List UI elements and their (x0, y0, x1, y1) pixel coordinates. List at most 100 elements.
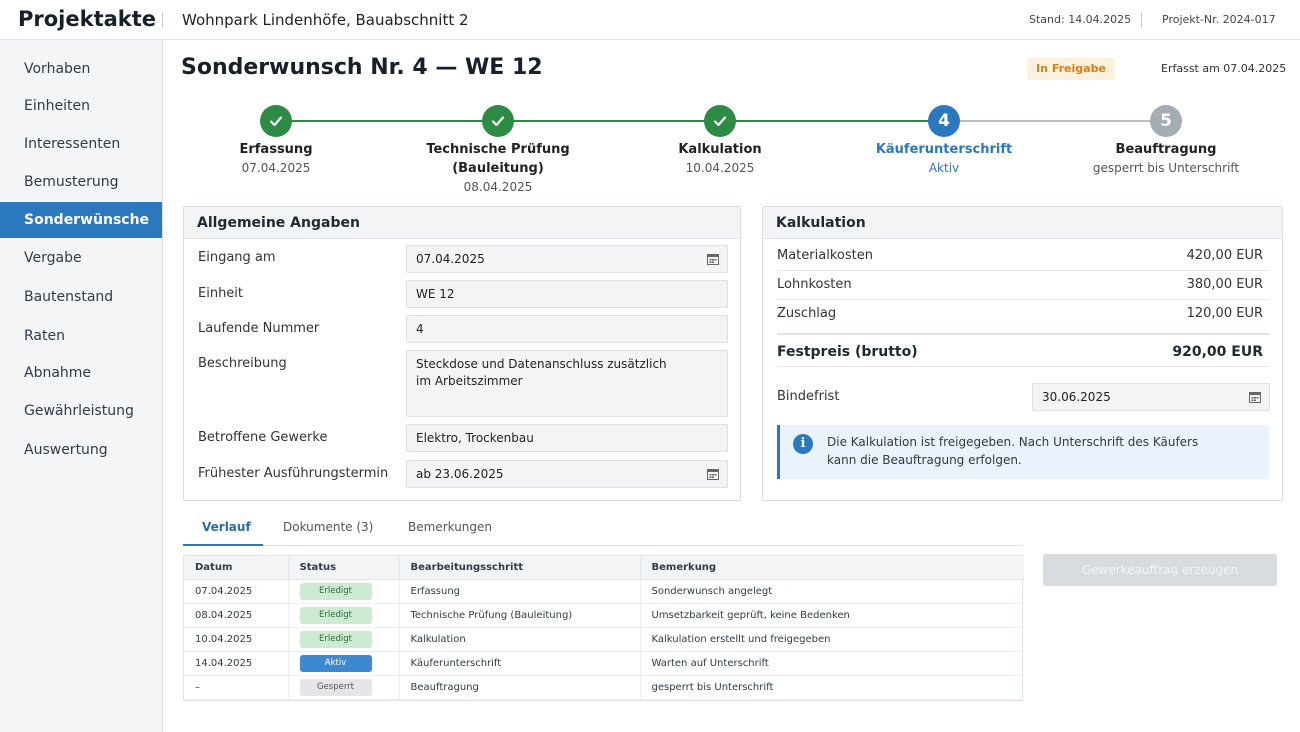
eingang-date-field[interactable]: 07.04.2025 (406, 245, 728, 273)
bindefrist-label: Bindefrist (777, 389, 840, 404)
step-4-label: Käuferunterschrift (875, 142, 1013, 157)
cell-bemerkung: Kalkulation erstellt und freigegeben (640, 627, 1024, 652)
info-box: i Die Kalkulation ist freigegeben. Nach … (777, 425, 1269, 479)
top-bar: Projektakte Wohnpark Lindenhöfe, Bauabsc… (0, 0, 1300, 40)
info-line: kann die Beauftragung erfolgen. (827, 453, 1022, 467)
step-1-date: 07.04.2025 (241, 161, 311, 175)
status-badge: Erledigt (299, 606, 372, 624)
cell-bemerkung: Umsetzbarkeit geprüft, keine Bedenken (640, 603, 1024, 628)
sidebar-item-vergabe[interactable]: Vergabe (0, 241, 162, 275)
tab-rule (183, 545, 1023, 546)
step-2-date: 08.04.2025 (463, 180, 533, 194)
tab-dokumente[interactable]: Dokumente (3) (283, 520, 373, 534)
cell-datum: 07.04.2025 (184, 579, 289, 604)
beschreibung-label: Beschreibung (198, 356, 287, 371)
sidebar-item-auswertung[interactable]: Auswertung (0, 433, 162, 467)
sidebar-item-interessenten[interactable]: Interessenten (0, 127, 162, 161)
step-connector (944, 120, 1166, 122)
app-title: Projektakte (18, 7, 157, 31)
gewerkeauftrag-erzeugen-button[interactable]: Gewerkeauftrag erzeugen (1043, 554, 1277, 586)
cell-datum: 10.04.2025 (184, 627, 289, 652)
step-connector (720, 120, 944, 122)
nummer-label: Laufende Nummer (198, 321, 320, 336)
einheit-field[interactable]: WE 12 (406, 280, 728, 308)
step-1-check-icon (260, 105, 292, 137)
calendar-icon[interactable] (707, 468, 719, 480)
lohnkosten-value: 380,00 EUR (1186, 277, 1263, 292)
step-3-check-icon (704, 105, 736, 137)
info-text: Die Kalkulation ist freigegeben. Nach Un… (827, 433, 1198, 469)
tab-bemerkungen[interactable]: Bemerkungen (408, 520, 492, 534)
table-row[interactable]: 10.04.2025 Erledigt Kalkulation Kalkulat… (184, 627, 1024, 652)
status-badge: Aktiv (299, 654, 372, 672)
materialkosten-label: Materialkosten (777, 248, 873, 263)
laufende-nummer-field[interactable]: 4 (406, 315, 728, 343)
table-row[interactable]: 08.04.2025 Erledigt Technische Prüfung (… (184, 603, 1024, 628)
gewerke-field[interactable]: Elektro, Trockenbau (406, 424, 728, 452)
cell-status: Erledigt (288, 579, 400, 604)
divider (162, 12, 163, 28)
step-5-status: gesperrt bis Unterschrift (1092, 161, 1240, 175)
calendar-icon[interactable] (707, 253, 719, 265)
status-badge: Erledigt (299, 582, 372, 600)
einheit-label: Einheit (198, 286, 244, 301)
step-4-number: 4 (928, 105, 960, 137)
cell-schritt: Erfassung (399, 579, 641, 604)
sidebar: Vorhaben Einheiten Interessenten Bemuste… (0, 40, 163, 732)
materialkosten-value: 420,00 EUR (1186, 248, 1263, 263)
beschreibung-textarea[interactable]: Steckdose und Datenanschluss zusätzlich … (406, 350, 728, 417)
table-row[interactable]: 14.04.2025 Aktiv Käuferunterschrift Wart… (184, 651, 1024, 676)
zuschlag-label: Zuschlag (777, 306, 837, 321)
bindefrist-date-field[interactable]: 30.06.2025 (1032, 383, 1270, 411)
sidebar-item-vorhaben[interactable]: Vorhaben (0, 52, 162, 86)
ausfuehrungstermin-field[interactable]: ab 23.06.2025 (406, 460, 728, 488)
sidebar-item-sonderwuensche[interactable]: Sonderwünsche (0, 202, 162, 238)
sidebar-item-raten[interactable]: Raten (0, 319, 162, 353)
cell-schritt: Kalkulation (399, 627, 641, 652)
termin-value: ab 23.06.2025 (416, 467, 504, 481)
project-name: Wohnpark Lindenhöfe, Bauabschnitt 2 (182, 11, 469, 29)
column-header-status: Status (288, 556, 400, 580)
step-connector (276, 120, 498, 122)
tab-verlauf[interactable]: Verlauf (202, 520, 251, 534)
project-number: Projekt-Nr. 2024-017 (1162, 13, 1276, 26)
page-title: Sonderwunsch Nr. 4 — WE 12 (181, 55, 543, 80)
cell-status: Erledigt (288, 603, 400, 628)
lohnkosten-label: Lohnkosten (777, 277, 852, 292)
cell-status: Erledigt (288, 627, 400, 652)
beschreibung-line: Steckdose und Datenanschluss zusätzlich (416, 357, 667, 371)
erfasst-date: Erfasst am 07.04.2025 (1161, 62, 1287, 75)
sidebar-item-abnahme[interactable]: Abnahme (0, 356, 162, 390)
cell-status: Gesperrt (288, 675, 400, 700)
column-header-datum: Datum (184, 556, 289, 580)
column-header-bemerkung: Bemerkung (640, 556, 1024, 580)
beschreibung-line: im Arbeitszimmer (416, 374, 523, 388)
table-row[interactable]: 07.04.2025 Erledigt Erfassung Sonderwuns… (184, 579, 1024, 604)
gewerke-label: Betroffene Gewerke (198, 430, 328, 445)
calendar-icon[interactable] (1249, 391, 1261, 403)
zuschlag-row: Zuschlag 120,00 EUR (777, 300, 1269, 329)
panel-title: Kalkulation (763, 207, 1282, 239)
kalkulation-panel: Kalkulation Materialkosten 420,00 EUR Lo… (762, 206, 1283, 501)
cell-schritt: Beauftragung (399, 675, 641, 700)
cell-bemerkung: Sonderwunsch angelegt (640, 579, 1024, 604)
step-3-date: 10.04.2025 (685, 161, 755, 175)
table-row[interactable]: – Gesperrt Beauftragung gesperrt bis Unt… (184, 675, 1024, 700)
panel-title: Allgemeine Angaben (184, 207, 740, 239)
sidebar-item-einheiten[interactable]: Einheiten (0, 89, 162, 123)
cell-datum: 08.04.2025 (184, 603, 289, 628)
cell-schritt: Technische Prüfung (Bauleitung) (399, 603, 641, 628)
sidebar-item-gewaehrleistung[interactable]: Gewährleistung (0, 394, 162, 428)
step-1-label: Erfassung (239, 142, 313, 157)
bindefrist-value: 30.06.2025 (1042, 390, 1111, 404)
step-5-number: 5 (1150, 105, 1182, 137)
status-badge: Gesperrt (299, 678, 372, 696)
sidebar-item-bautenstand[interactable]: Bautenstand (0, 280, 162, 314)
cell-schritt: Käuferunterschrift (399, 651, 641, 676)
eingang-label: Eingang am (198, 250, 276, 265)
cell-datum: – (184, 675, 289, 700)
step-connector (498, 120, 720, 122)
sidebar-item-bemusterung[interactable]: Bemusterung (0, 165, 162, 199)
eingang-value: 07.04.2025 (416, 252, 485, 266)
status-badge: Erledigt (299, 630, 372, 648)
